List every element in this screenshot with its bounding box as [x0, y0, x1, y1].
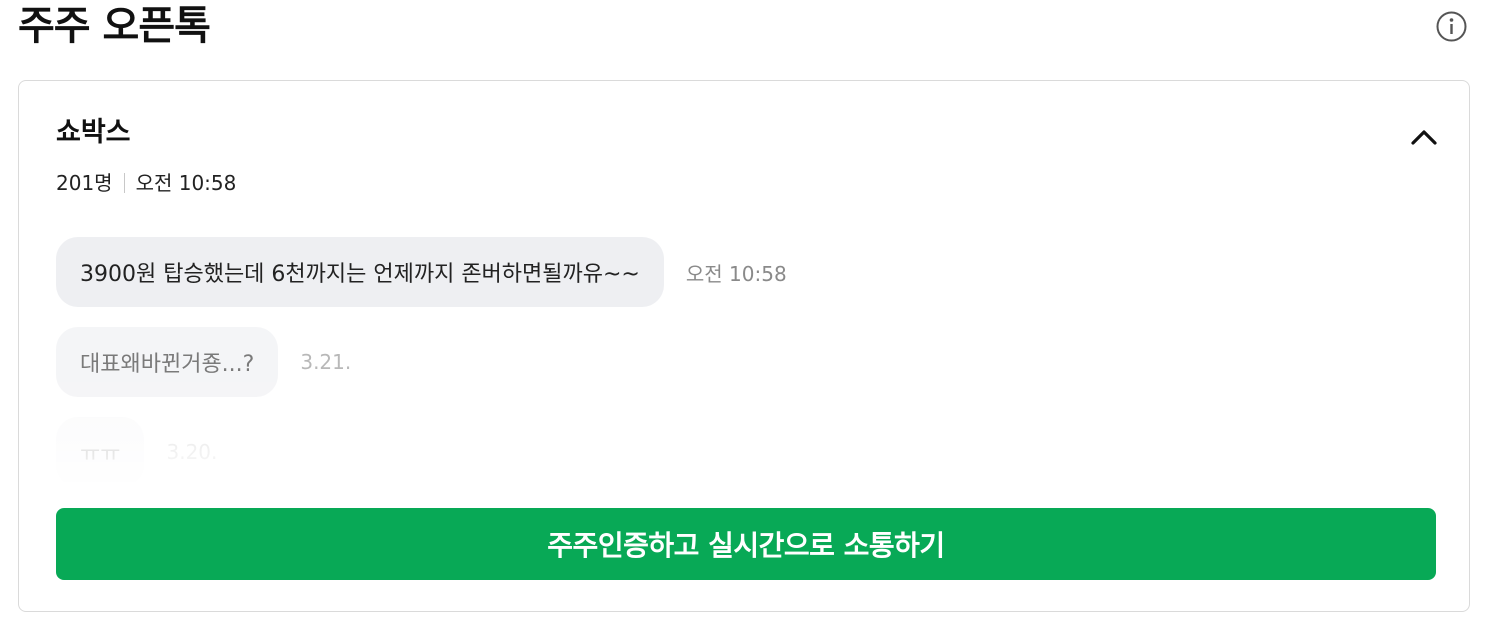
header: 주주 오픈톡	[18, 0, 1478, 60]
chevron-up-icon[interactable]	[1408, 125, 1440, 149]
message-bubble: ㅠㅠ	[56, 417, 145, 482]
last-message-time: 오전 10:58	[135, 171, 237, 195]
message-time: 3.21.	[300, 350, 352, 374]
info-icon[interactable]	[1436, 11, 1467, 42]
member-count: 201명	[56, 171, 113, 195]
message-fade-overlay	[56, 407, 1436, 482]
meta-divider	[123, 173, 125, 193]
message-item: ㅠㅠ 3.20.	[56, 417, 217, 482]
message-item: 대표왜바뀐거죵...? 3.21.	[56, 327, 351, 397]
message-item: 3900원 탑승했는데 6천까지는 언제까지 존버하면될까유~~ 오전 10:5…	[56, 237, 787, 307]
message-time: 3.20.	[166, 440, 218, 464]
message-time: 오전 10:58	[685, 261, 787, 286]
room-name: 쇼박스	[56, 117, 131, 148]
verify-shareholder-button[interactable]: 주주인증하고 실시간으로 소통하기	[56, 508, 1436, 580]
room-meta: 201명 오전 10:58	[56, 169, 236, 197]
message-bubble: 대표왜바뀐거죵...?	[56, 327, 279, 397]
message-list: 3900원 탑승했는데 6천까지는 언제까지 존버하면될까유~~ 오전 10:5…	[56, 237, 1436, 482]
openchat-card: 쇼박스 201명 오전 10:58 3900원 탑승했는데 6천까지는 언제까지…	[18, 80, 1470, 612]
page-title: 주주 오픈톡	[18, 3, 211, 49]
message-bubble: 3900원 탑승했는데 6천까지는 언제까지 존버하면될까유~~	[56, 237, 664, 307]
